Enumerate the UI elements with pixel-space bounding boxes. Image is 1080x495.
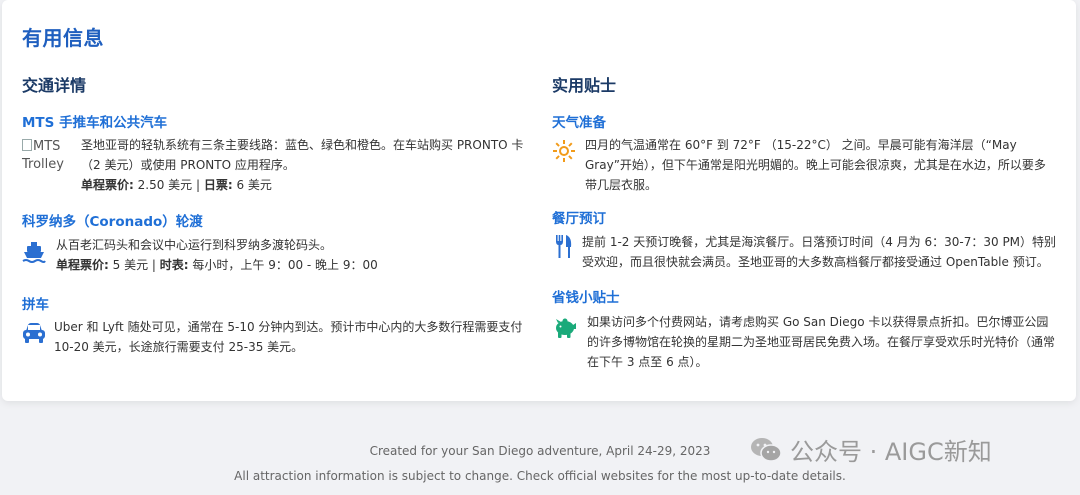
rideshare-description: Uber 和 Lyft 随处可见，通常在 5-10 分钟内到达。预计市中心内的大… (54, 320, 523, 354)
transport-heading: 交通详情 (22, 76, 87, 95)
car-icon (23, 323, 45, 343)
ferry-title: 科罗纳多（Coronado）轮渡 (22, 214, 203, 230)
restaurant-description: 提前 1-2 天预订晚餐，尤其是海滨餐厅。日落预订时间（4 月为 6：30-7：… (582, 235, 1057, 269)
mts-trolley-description: 圣地亚哥的轻轨系统有三条主要线路：蓝色、绿色和橙色。在车站购买 PRONTO 卡… (81, 135, 526, 195)
utensils-icon (556, 235, 572, 258)
mts-trolley-title: MTS 手推车和公共汽车 (22, 115, 168, 131)
watermark-text: 公众号 · AIGC新知 (790, 438, 992, 466)
useful-info-card: 有用信息 交通详情 MTS 手推车和公共汽车 MTS Trolley 圣地亚哥的… (2, 0, 1076, 401)
weather-title: 天气准备 (552, 115, 606, 131)
ferry-fares: 单程票价: 5 美元 | 时表: 每小时，上午 9：00 - 晚上 9：00 (56, 258, 378, 272)
ship-icon (22, 242, 46, 263)
saving-description: 如果访问多个付费网站，请考虑购买 Go San Diego 卡以获得景点折扣。巴… (587, 315, 1056, 369)
ferry-description: 从百老汇码头和会议中心运行到科罗纳多渡轮码头。 单程票价: 5 美元 | 时表:… (56, 235, 526, 275)
wechat-icon (751, 437, 782, 462)
piggy-bank-icon (556, 318, 576, 338)
mts-trolley-text: 圣地亚哥的轻轨系统有三条主要线路：蓝色、绿色和橙色。在车站购买 PRONTO 卡… (81, 138, 524, 172)
rideshare-title: 拼车 (22, 297, 49, 313)
watermark: 公众号 · AIGC新知 (750, 432, 992, 467)
restaurant-title: 餐厅预订 (552, 211, 606, 227)
sun-icon (553, 140, 575, 162)
mts-trolley-fares: 单程票价: 2.50 美元 | 日票: 6 美元 (81, 178, 272, 192)
tips-heading: 实用贴士 (552, 76, 617, 95)
saving-title: 省钱小贴士 (552, 290, 620, 306)
footer-disclaimer-line: All attraction information is subject to… (234, 469, 846, 483)
card-title: 有用信息 (22, 26, 104, 50)
ferry-text: 从百老汇码头和会议中心运行到科罗纳多渡轮码头。 (56, 238, 333, 252)
weather-description: 四月的气温通常在 60°F 到 72°F （15-22°C） 之间。早晨可能有海… (585, 138, 1046, 192)
mts-trolley-image: MTS Trolley (22, 138, 74, 174)
